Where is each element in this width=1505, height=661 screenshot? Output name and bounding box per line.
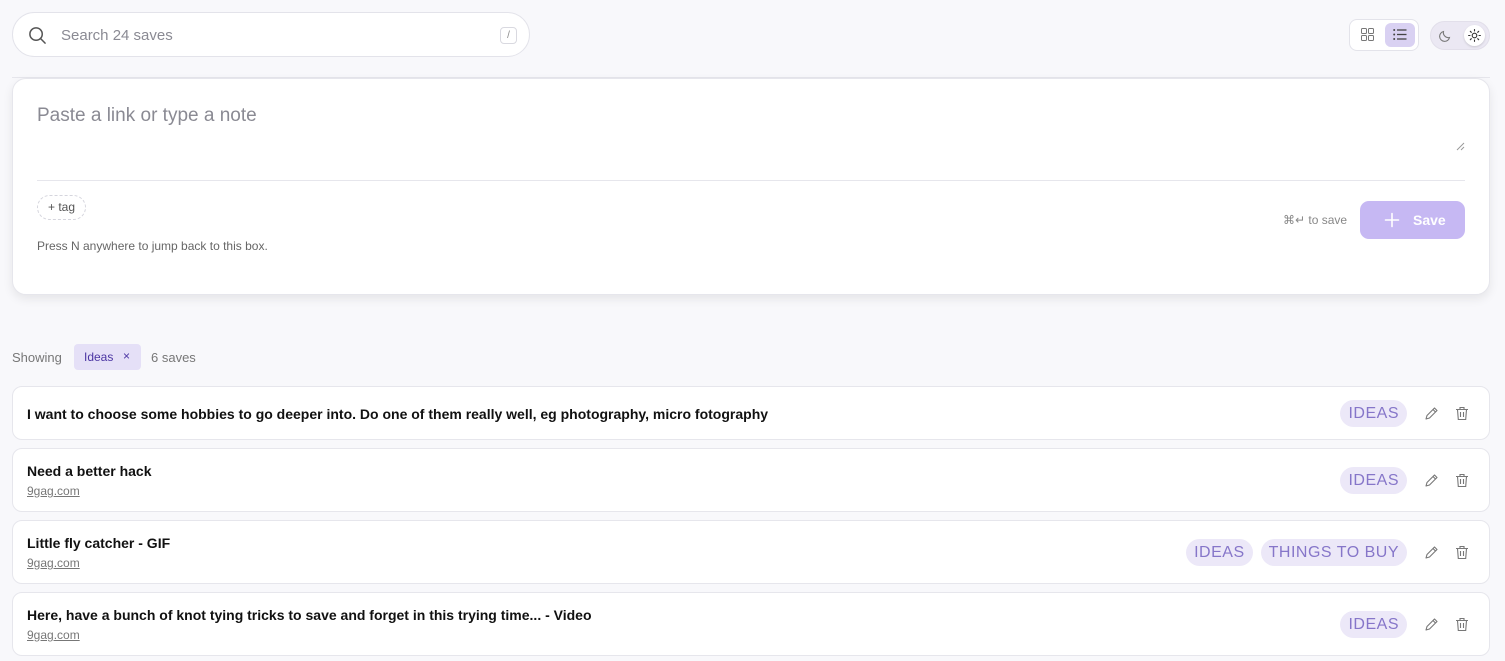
search-input[interactable]: Search 24 saves / [12,12,530,57]
active-tag-label: Ideas [84,350,114,364]
item-tag[interactable]: IDEAS [1340,467,1407,494]
edit-icon[interactable] [1424,473,1439,488]
composer-divider [37,180,1465,181]
item-domain-link[interactable]: 9gag.com [27,556,80,570]
item-domain-link[interactable]: 9gag.com [27,484,80,498]
item-title[interactable]: Need a better hack [27,463,152,479]
item-title[interactable]: Here, have a bunch of knot tying tricks … [27,607,592,623]
showing-label: Showing [12,350,62,365]
active-tag-chip: Ideas × [74,344,141,370]
composer-hint: Press N anywhere to jump back to this bo… [37,239,268,253]
resize-handle-icon[interactable] [1456,142,1465,151]
save-count: 6 saves [151,350,196,365]
list-view-button[interactable] [1385,23,1415,47]
trash-icon[interactable] [1455,617,1469,632]
sun-icon [1468,29,1481,42]
remove-filter-icon[interactable]: × [123,349,130,363]
list-item[interactable]: I want to choose some hobbies to go deep… [12,386,1490,440]
grid-view-button[interactable] [1353,23,1383,47]
item-tag[interactable]: THINGS TO BUY [1260,539,1407,566]
save-shortcut-hint: ⌘↵ to save [1283,213,1348,227]
item-tags: IDEAS THINGS TO BUY [1186,539,1407,566]
search-icon [29,27,46,44]
item-tag[interactable]: IDEAS [1340,611,1407,638]
item-tag[interactable]: IDEAS [1340,400,1407,427]
light-mode-knob [1464,25,1485,46]
grid-icon [1361,28,1374,41]
item-tags: IDEAS [1340,611,1407,638]
trash-icon[interactable] [1455,406,1469,421]
plus-icon [1384,212,1400,228]
top-bar: Search 24 saves / [12,12,1490,59]
search-placeholder: Search 24 saves [61,27,173,44]
list-item[interactable]: Little fly catcher - GIF 9gag.com IDEAS … [12,520,1490,584]
trash-icon[interactable] [1455,545,1469,560]
edit-icon[interactable] [1424,406,1439,421]
item-tag[interactable]: IDEAS [1186,539,1253,566]
edit-icon[interactable] [1424,617,1439,632]
composer: Paste a link or type a note + tag Press … [12,78,1490,295]
note-input[interactable]: Paste a link or type a note [37,105,1465,153]
add-tag-button[interactable]: + tag [37,195,87,220]
list-item[interactable]: Need a better hack 9gag.com IDEAS [12,448,1490,512]
item-domain-link[interactable]: 9gag.com [27,628,80,642]
view-toggle [1349,19,1419,51]
list-item[interactable]: Here, have a bunch of knot tying tricks … [12,592,1490,656]
item-tags: IDEAS [1340,467,1407,494]
item-title[interactable]: Little fly catcher - GIF [27,535,170,551]
theme-toggle[interactable] [1430,21,1490,50]
search-shortcut-key: / [500,27,517,44]
trash-icon[interactable] [1455,473,1469,488]
item-title[interactable]: I want to choose some hobbies to go deep… [27,406,768,422]
moon-icon [1439,30,1451,42]
save-button[interactable]: Save [1360,201,1465,239]
edit-icon[interactable] [1424,545,1439,560]
item-tags: IDEAS [1340,400,1407,427]
save-button-label: Save [1413,212,1446,228]
list-icon [1393,29,1407,40]
